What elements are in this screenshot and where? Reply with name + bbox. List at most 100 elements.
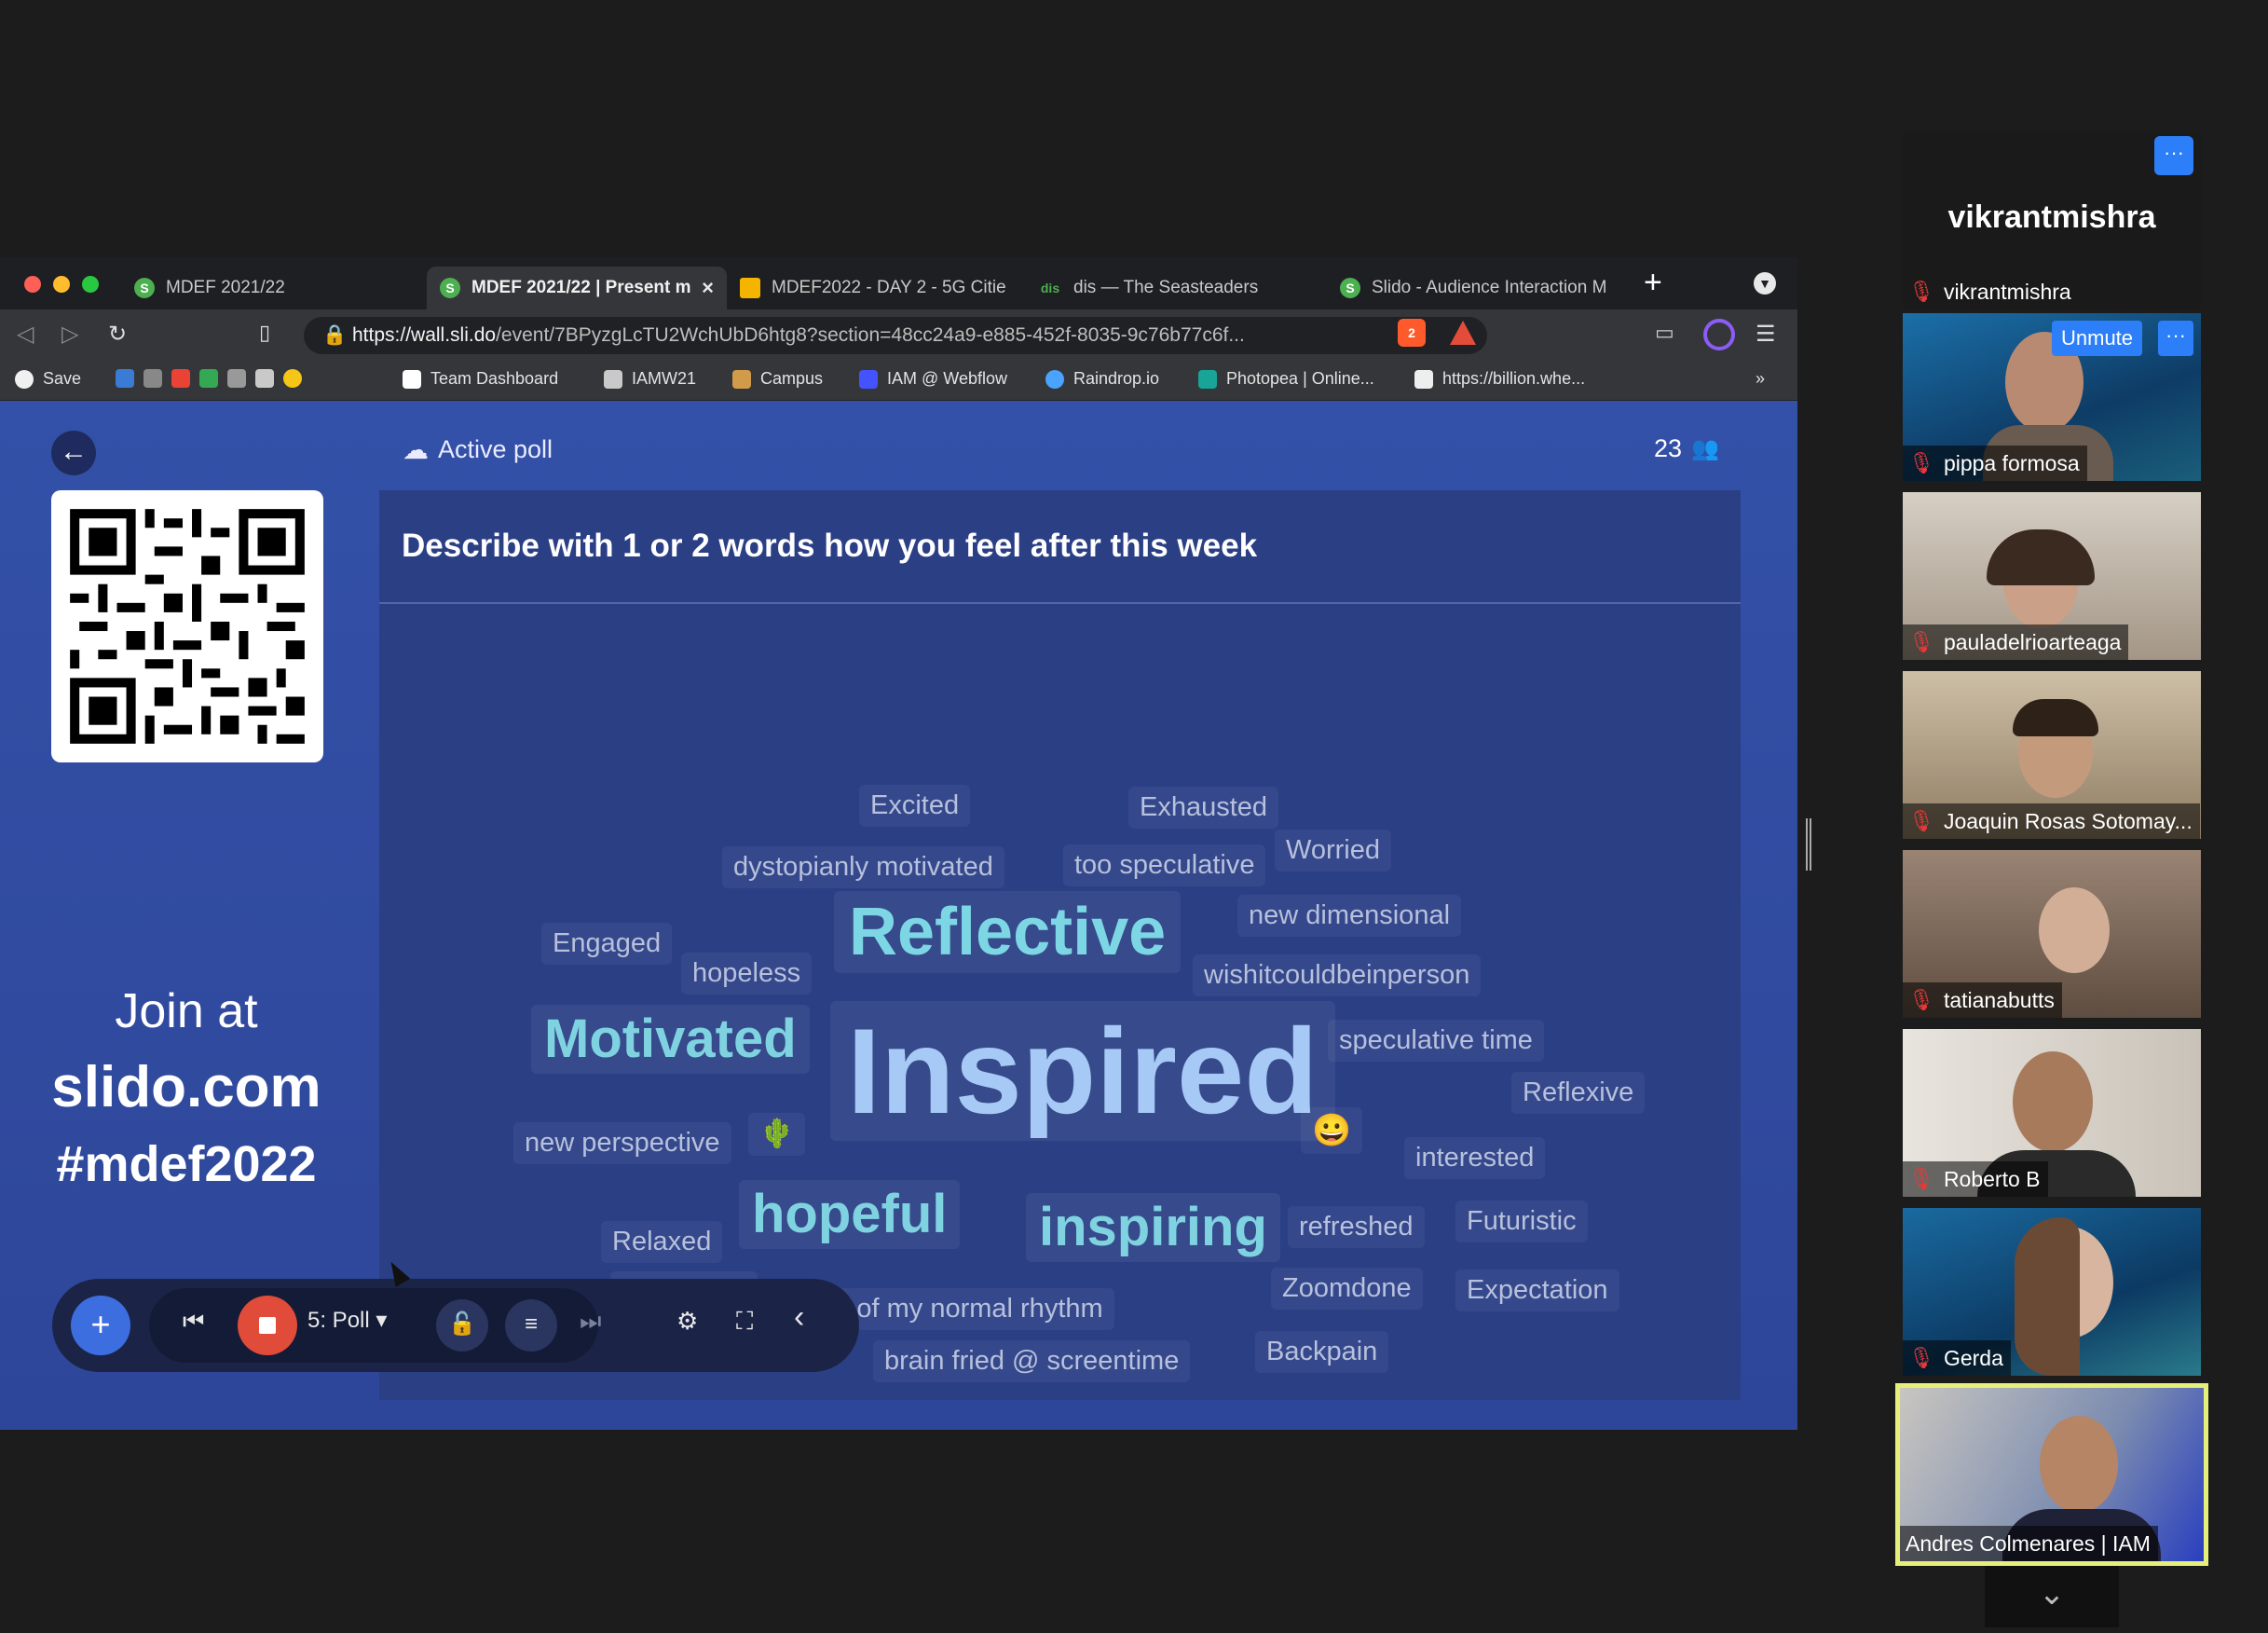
- bookmark-raindrop[interactable]: Raindrop.io: [1045, 369, 1159, 389]
- wallet-icon[interactable]: ▭: [1655, 321, 1674, 345]
- tab-seasteaders[interactable]: dis dis — The Seasteaders: [1025, 267, 1323, 309]
- word-interested: interested: [1404, 1137, 1546, 1179]
- participant-label: 🎙 Joaquin Rosas Sotomay...: [1903, 803, 2200, 839]
- photopea-icon: [1198, 369, 1217, 389]
- participant-label: Andres Colmenares | IAM: [1900, 1526, 2158, 1561]
- close-window-button[interactable]: [24, 276, 41, 293]
- menu-icon[interactable]: ☰: [1756, 321, 1776, 348]
- maximize-window-button[interactable]: [82, 276, 99, 293]
- next-icon[interactable]: ⏭: [580, 1307, 601, 1337]
- bookmarks-overflow[interactable]: »: [1756, 369, 1765, 389]
- poll-question: Describe with 1 or 2 words how you feel …: [402, 528, 1258, 564]
- bookmark-team-dashboard[interactable]: Team Dashboard: [403, 369, 558, 389]
- previous-icon[interactable]: ⏮: [183, 1307, 204, 1337]
- brave-shield-icon[interactable]: 2: [1398, 319, 1426, 347]
- participant-tile-paula[interactable]: 🎙 pauladelrioarteaga: [1903, 492, 2201, 660]
- settings-gear-icon[interactable]: ⚙: [676, 1307, 698, 1336]
- participant-tile-tatiana[interactable]: 🎙 tatianabutts: [1903, 850, 2201, 1018]
- participant-name: vikrantmishra: [1943, 280, 2071, 304]
- folder-icon: [604, 369, 622, 389]
- participant-name: pauladelrioarteaga: [1943, 630, 2122, 654]
- word-new-dimensional: new dimensional: [1237, 895, 1462, 937]
- profile-avatar[interactable]: [1703, 319, 1735, 350]
- bookmark-billion[interactable]: https://billion.whe...: [1414, 369, 1585, 389]
- poll-selector[interactable]: 5: Poll ▾: [307, 1307, 387, 1334]
- back-icon[interactable]: ◁: [17, 321, 34, 348]
- tab-bar: S MDEF 2021/22 S MDEF 2021/22 | Present …: [0, 257, 1797, 309]
- tab-label: MDEF 2021/22: [166, 278, 285, 297]
- participant-count-value: 23: [1654, 434, 1683, 462]
- participant-tile-gerda[interactable]: 🎙 Gerda: [1903, 1208, 2201, 1376]
- participant-label: 🎙 Roberto B: [1903, 1161, 2048, 1197]
- participant-tile-joaquin[interactable]: 🎙 Joaquin Rosas Sotomay...: [1903, 671, 2201, 839]
- gmail-icon: [171, 369, 190, 388]
- participant-label: 🎙 pippa formosa: [1903, 446, 2087, 481]
- unmute-button[interactable]: Unmute: [2052, 321, 2143, 356]
- word-brain-fried: brain fried @ screentime: [873, 1340, 1191, 1382]
- word-futuristic: Futuristic: [1455, 1201, 1588, 1242]
- back-arrow-button[interactable]: ←: [51, 431, 96, 475]
- results-icon[interactable]: ≡: [505, 1299, 557, 1352]
- tab-slido-audience[interactable]: S Slido - Audience Interaction M: [1327, 267, 1625, 309]
- url-field[interactable]: 🔒 https://wall.sli.do/event/7BPyzgLcTU2W…: [304, 317, 1487, 354]
- bookmark-label: IAMW21: [632, 369, 697, 388]
- overflow-label: »: [1756, 369, 1766, 388]
- stop-poll-button[interactable]: [238, 1296, 297, 1355]
- new-tab-button[interactable]: +: [1644, 265, 1662, 301]
- bookmark-photopea[interactable]: Photopea | Online...: [1198, 369, 1374, 389]
- slido-favicon-icon: S: [134, 278, 155, 298]
- word-reflexive: Reflexive: [1511, 1072, 1646, 1114]
- participant-tile-pippa[interactable]: Unmute ··· 🎙 pippa formosa: [1903, 313, 2201, 481]
- folder-icon: [255, 369, 274, 388]
- word-speculative-time: speculative time: [1328, 1020, 1544, 1062]
- slido-favicon-icon: S: [440, 278, 460, 298]
- word-too-speculative: too speculative: [1063, 844, 1266, 886]
- participant-video: [1987, 529, 2095, 585]
- word-emoji-cactus: 🌵: [748, 1113, 806, 1156]
- tool-icon: [143, 369, 162, 388]
- add-button[interactable]: +: [71, 1296, 130, 1355]
- participant-video: [2015, 1217, 2080, 1376]
- mic-muted-icon: 🎙: [1908, 988, 1934, 1011]
- collapse-chevron-icon[interactable]: ‹: [794, 1299, 804, 1336]
- participant-tile-andres-active-speaker[interactable]: Andres Colmenares | IAM: [1895, 1383, 2208, 1566]
- mic-muted-icon: 🎙: [1908, 630, 1934, 653]
- participant-video: [2040, 1416, 2118, 1513]
- url-path: /event/7BPyzgLcTU2WchUbD6htg8?section=48…: [496, 324, 1245, 346]
- minimize-window-button[interactable]: [53, 276, 70, 293]
- dis-favicon-icon: dis: [1040, 281, 1060, 295]
- panel-resize-handle[interactable]: [1806, 818, 1811, 871]
- word-inspiring: inspiring: [1026, 1193, 1280, 1262]
- tile-more-button[interactable]: ···: [2158, 321, 2193, 356]
- participants-gallery: ··· vikrantmishra 🎙 vikrantmishra Unmute …: [1895, 132, 2208, 1568]
- poll-divider: [379, 602, 1741, 604]
- scroll-down-chevron-icon[interactable]: ⌄: [1985, 1566, 2119, 1627]
- bookmark-webflow[interactable]: IAM @ Webflow: [859, 369, 1007, 389]
- drive-icon: [199, 369, 218, 388]
- bookmark-campus[interactable]: Campus: [732, 369, 823, 389]
- tab-search-icon[interactable]: ▼: [1754, 272, 1776, 295]
- word-expectation: Expectation: [1455, 1269, 1619, 1311]
- word-zoomdone: Zoomdone: [1271, 1268, 1423, 1310]
- participant-label: 🎙 vikrantmishra: [1903, 274, 2079, 309]
- poll-card: Describe with 1 or 2 words how you feel …: [379, 490, 1741, 1400]
- lock-poll-icon[interactable]: 🔓: [436, 1299, 488, 1352]
- bookmark-save[interactable]: Save: [15, 369, 81, 389]
- tab-mdef2022-day2[interactable]: MDEF2022 - DAY 2 - 5G Citie: [727, 267, 1025, 309]
- tab-mdef-present[interactable]: S MDEF 2021/22 | Present m ×: [427, 267, 727, 309]
- tab-mdef[interactable]: S MDEF 2021/22: [121, 267, 419, 309]
- participant-name: pippa formosa: [1943, 451, 2080, 475]
- reload-icon[interactable]: ↻: [108, 321, 127, 348]
- address-bar-row: ◁ ▷ ↻ ▯ 🔒 https://wall.sli.do/event/7BPy…: [0, 309, 1797, 360]
- participant-tile-roberto[interactable]: 🎙 Roberto B: [1903, 1029, 2201, 1197]
- slido-favicon-icon: S: [1340, 278, 1360, 298]
- bookmark-icons-group[interactable]: [116, 369, 311, 388]
- fullscreen-icon[interactable]: ⛶: [736, 1307, 753, 1337]
- brave-rewards-icon[interactable]: [1450, 321, 1476, 345]
- participant-label: 🎙 pauladelrioarteaga: [1903, 624, 2129, 660]
- forward-icon[interactable]: ▷: [61, 321, 78, 348]
- more-options-button[interactable]: ···: [2154, 136, 2193, 175]
- bookmark-iamw21[interactable]: IAMW21: [604, 369, 696, 389]
- close-tab-icon[interactable]: ×: [702, 276, 714, 300]
- bookmark-icon[interactable]: ▯: [259, 321, 270, 345]
